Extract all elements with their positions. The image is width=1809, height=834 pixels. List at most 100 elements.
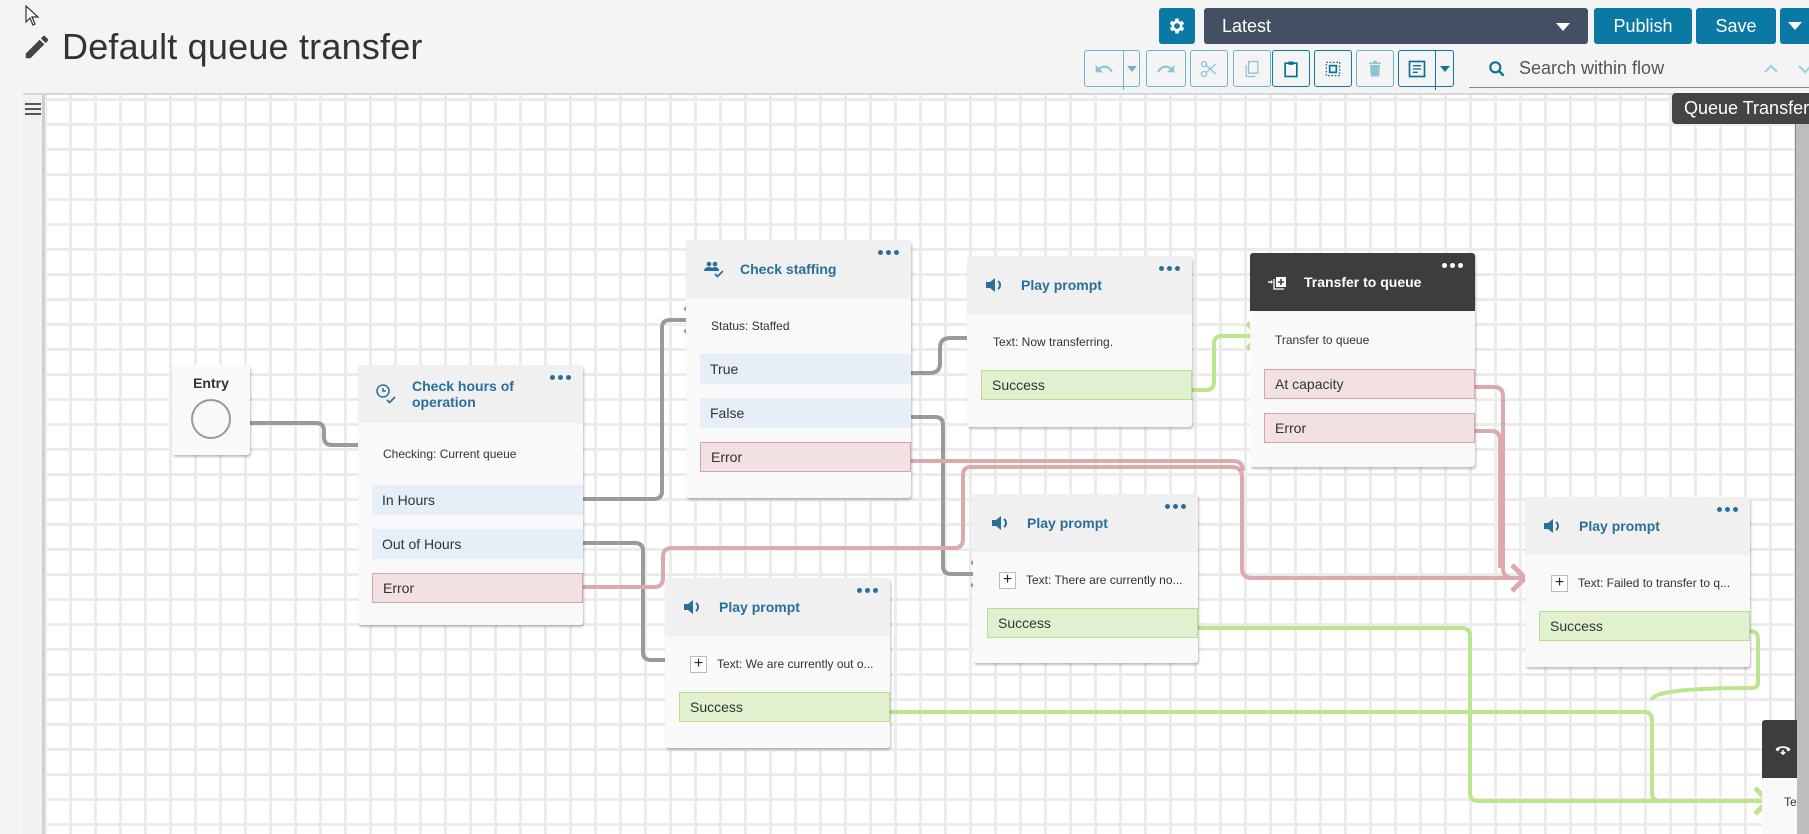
- branch-error[interactable]: Error: [372, 573, 583, 603]
- prompt-text: Text: We are currently out o...: [717, 657, 874, 671]
- search-icon: [1489, 60, 1505, 76]
- disconnect-phone-icon: [1775, 746, 1791, 756]
- copy-button[interactable]: [1233, 50, 1271, 87]
- block-info: + Text: There are currently no...: [973, 552, 1198, 608]
- entry-block[interactable]: Entry: [172, 365, 250, 455]
- save-options-button[interactable]: [1780, 8, 1809, 44]
- more-options-icon[interactable]: [1442, 263, 1463, 268]
- search-input[interactable]: [1519, 58, 1719, 79]
- select-all-button[interactable]: [1314, 50, 1352, 87]
- block-info: Text: Now transferring.: [993, 335, 1114, 349]
- staffing-check-icon: [704, 261, 724, 278]
- block-title: Play prompt: [1027, 515, 1108, 531]
- block-info: + Text: Failed to transfer to q...: [1525, 555, 1750, 611]
- play-prompt-no-agents-block[interactable]: Play prompt + Text: There are currently …: [973, 494, 1198, 663]
- branch-success[interactable]: Success: [987, 608, 1198, 638]
- check-hours-block[interactable]: Check hours of operation Checking: Curre…: [358, 365, 583, 625]
- tooltip: Queue Transfer: [1672, 93, 1809, 124]
- block-title: Transfer to queue: [1304, 274, 1422, 290]
- mouse-cursor-icon: [25, 5, 40, 26]
- block-header: [1762, 720, 1797, 778]
- play-prompt-now-transferring-block[interactable]: Play prompt Text: Now transferring. Succ…: [967, 256, 1192, 427]
- block-info: Transfer to queue: [1275, 333, 1370, 347]
- block-info: Checking: Current queue: [383, 447, 517, 461]
- block-header: Check hours of operation: [358, 365, 583, 423]
- scissors-icon: [1200, 60, 1217, 77]
- block-title: Play prompt: [1021, 277, 1102, 293]
- version-select-value: Latest: [1222, 15, 1272, 36]
- branch-in-hours[interactable]: In Hours: [372, 485, 583, 515]
- prompt-text: Text: Failed to transfer to q...: [1578, 576, 1731, 590]
- notes-menu-caret-icon[interactable]: [1440, 66, 1450, 72]
- flow-settings-button[interactable]: [1159, 8, 1195, 44]
- copy-icon: [1245, 60, 1259, 77]
- more-options-icon[interactable]: [857, 588, 878, 593]
- branch-out-of-hours[interactable]: Out of Hours: [372, 529, 583, 559]
- undo-history-caret-icon[interactable]: [1127, 66, 1137, 72]
- undo-icon: [1095, 64, 1113, 72]
- transfer-to-queue-block[interactable]: Transfer to queue Transfer to queue At c…: [1250, 253, 1475, 467]
- block-header: Play prompt: [967, 256, 1192, 314]
- delete-button[interactable]: [1356, 50, 1394, 87]
- toolbox-rail: [23, 95, 45, 834]
- block-header: Play prompt: [665, 578, 890, 636]
- more-options-icon[interactable]: [1165, 504, 1186, 509]
- expand-plus-icon[interactable]: +: [1551, 574, 1568, 592]
- redo-icon: [1157, 64, 1175, 72]
- branch-success[interactable]: Success: [1539, 611, 1750, 641]
- branch-success[interactable]: Success: [981, 370, 1192, 400]
- branch-at-capacity[interactable]: At capacity: [1264, 369, 1475, 399]
- block-title: Play prompt: [719, 599, 800, 615]
- block-info: + Text: We are currently out o...: [665, 636, 890, 692]
- entry-point-icon: [191, 399, 231, 439]
- paste-button[interactable]: [1272, 50, 1310, 87]
- branch-error[interactable]: Error: [1264, 413, 1475, 443]
- flow-search: [1469, 50, 1809, 88]
- play-prompt-out-of-hours-block[interactable]: Play prompt + Text: We are currently out…: [665, 578, 890, 748]
- play-prompt-failed-transfer-block[interactable]: Play prompt + Text: Failed to transfer t…: [1525, 497, 1750, 667]
- chevron-down-icon: [1556, 23, 1570, 31]
- entry-label: Entry: [193, 375, 229, 391]
- disconnect-block-partial[interactable]: Te: [1762, 720, 1797, 834]
- publish-button[interactable]: Publish: [1594, 8, 1692, 44]
- trash-icon: [1369, 60, 1381, 76]
- more-options-icon[interactable]: [878, 250, 899, 255]
- speaker-icon: [992, 516, 1007, 530]
- expand-plus-icon[interactable]: +: [999, 571, 1016, 589]
- branch-success[interactable]: Success: [679, 692, 890, 722]
- more-options-icon[interactable]: [1159, 266, 1180, 271]
- redo-button[interactable]: [1146, 50, 1186, 87]
- flow-editor: Default queue transfer Latest Publish Sa…: [0, 0, 1809, 834]
- undo-button[interactable]: [1085, 51, 1123, 86]
- version-select[interactable]: Latest: [1204, 8, 1588, 44]
- chevron-up-icon[interactable]: [1762, 60, 1780, 78]
- speaker-icon: [684, 600, 699, 614]
- cut-button[interactable]: [1190, 50, 1228, 87]
- branch-true[interactable]: True: [700, 354, 911, 384]
- block-info: Te: [1762, 778, 1797, 834]
- clipboard-icon: [1284, 61, 1298, 77]
- chevron-down-icon[interactable]: [1796, 60, 1809, 78]
- gear-icon: [1169, 18, 1185, 34]
- block-title: Play prompt: [1579, 518, 1660, 534]
- expand-plus-icon[interactable]: +: [690, 655, 707, 673]
- clock-check-icon: [376, 384, 396, 404]
- canvas-scrollbar[interactable]: [1795, 95, 1809, 834]
- check-staffing-block[interactable]: Check staffing Status: Staffed True Fals…: [686, 240, 911, 498]
- more-options-icon[interactable]: [550, 375, 571, 380]
- flow-canvas[interactable]: [23, 93, 1809, 834]
- block-title: Check staffing: [740, 261, 837, 277]
- save-button[interactable]: Save: [1696, 8, 1776, 44]
- hamburger-menu-icon[interactable]: [25, 103, 41, 117]
- notes-button[interactable]: [1399, 51, 1435, 86]
- page-header: Default queue transfer: [22, 26, 423, 68]
- transfer-queue-icon: [1268, 277, 1286, 290]
- prompt-text: Text: There are currently no...: [1026, 573, 1183, 587]
- branch-error[interactable]: Error: [700, 442, 911, 472]
- block-header: Transfer to queue: [1250, 253, 1475, 311]
- branch-false[interactable]: False: [700, 398, 911, 428]
- pencil-icon[interactable]: [22, 32, 52, 62]
- more-options-icon[interactable]: [1717, 507, 1738, 512]
- speaker-icon: [986, 278, 1001, 292]
- page-title: Default queue transfer: [62, 26, 423, 67]
